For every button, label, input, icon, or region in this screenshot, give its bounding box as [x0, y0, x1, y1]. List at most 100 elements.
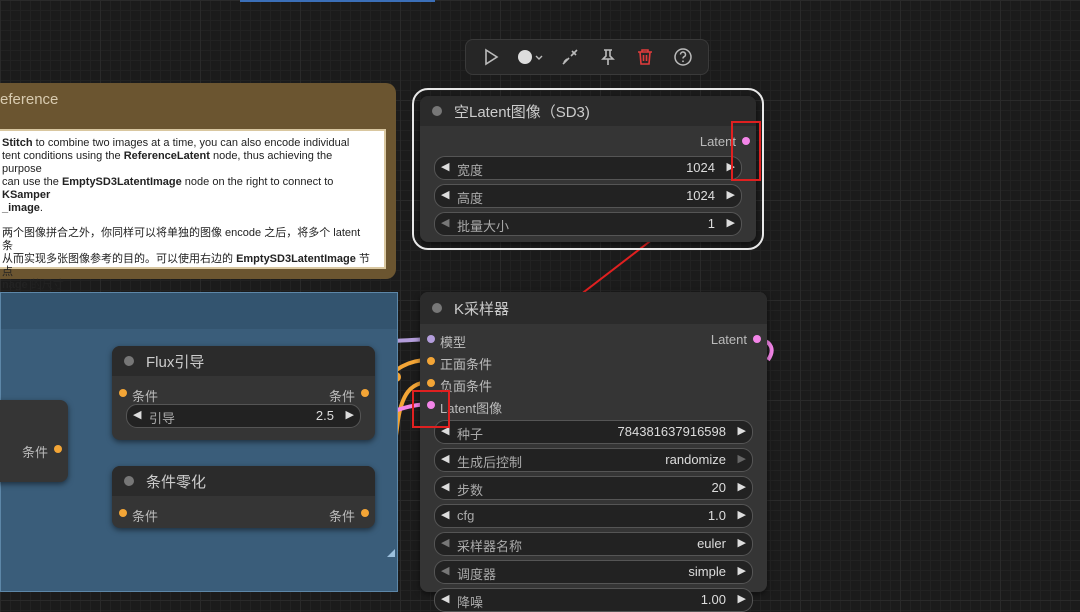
collapse-dot-icon[interactable] — [432, 303, 442, 313]
node-header[interactable]: 空Latent图像（SD3) — [420, 96, 756, 126]
latent-output-slot[interactable] — [753, 335, 761, 343]
collapse-dot-icon[interactable] — [432, 106, 442, 116]
control-after-generate-widget[interactable]: ◀ 生成后控制 randomize ▶ — [434, 448, 753, 472]
positive-input-slot[interactable] — [427, 357, 435, 365]
scheduler-widget[interactable]: ◀ 调度器 simple ▶ — [434, 560, 753, 584]
ksampler-node[interactable]: K采样器 模型 Latent 正面条件 负面条件 Latent图像 ◀ 种子 784… — [420, 292, 767, 612]
annotation-box-latent-input — [412, 390, 450, 428]
widget-value: 1.00 — [700, 592, 726, 607]
increment-arrow-icon[interactable]: ▶ — [738, 480, 746, 493]
decrement-arrow-icon[interactable]: ◀ — [441, 452, 449, 465]
bypass-icon — [562, 49, 578, 65]
widget-value: 1024 — [686, 188, 715, 203]
help-icon — [674, 48, 692, 66]
conditioning-output-slot[interactable] — [54, 445, 62, 453]
collapse-dot-icon[interactable] — [124, 356, 134, 366]
output-label: 条件 — [328, 389, 355, 404]
sampler-name-widget[interactable]: ◀ 采样器名称 euler ▶ — [434, 532, 753, 556]
note-body[interactable]: Stitch to combine two images at a time, … — [0, 129, 386, 291]
io-row: 条件 条件 — [112, 502, 375, 524]
decrement-arrow-icon[interactable]: ◀ — [441, 592, 449, 605]
batch-size-widget[interactable]: ◀ 批量大小 1 ▶ — [434, 212, 742, 236]
widget-label: 引导 — [149, 411, 176, 426]
output-row: Latent — [420, 130, 756, 152]
conditioning-zero-node[interactable]: 条件零化 条件 条件 — [112, 466, 375, 528]
output-label: 条件 — [328, 509, 355, 524]
bypass-button[interactable] — [555, 42, 585, 72]
note-title: eference — [0, 91, 59, 108]
denoise-widget[interactable]: ◀ 降噪 1.00 ▶ — [434, 588, 753, 612]
node-header[interactable]: 条件零化 — [112, 466, 375, 496]
negative-input-slot[interactable] — [427, 379, 435, 387]
decrement-arrow-icon[interactable]: ◀ — [441, 188, 449, 201]
widget-value: 1 — [707, 216, 715, 231]
decrement-arrow-icon[interactable]: ◀ — [441, 508, 449, 521]
increment-arrow-icon[interactable]: ▶ — [738, 452, 746, 465]
widget-value: euler — [697, 536, 726, 551]
color-circle-icon — [518, 50, 543, 64]
collapse-dot-icon[interactable] — [124, 476, 134, 486]
group-resize-handle[interactable] — [387, 549, 395, 557]
note-node[interactable]: eference Stitch to combine two images at… — [0, 83, 396, 291]
steps-widget[interactable]: ◀ 步数 20 ▶ — [434, 476, 753, 500]
decrement-arrow-icon[interactable]: ◀ — [133, 408, 141, 421]
width-widget[interactable]: ◀ 宽度 1024 ▶ — [434, 156, 742, 180]
guidance-widget[interactable]: ◀ 引导 2.5 ▶ — [126, 404, 361, 428]
decrement-arrow-icon[interactable]: ◀ — [441, 564, 449, 577]
increment-arrow-icon[interactable]: ▶ — [738, 424, 746, 437]
flux-guidance-node[interactable]: Flux引导 条件 条件 ◀ 引导 2.5 ▶ — [112, 346, 375, 440]
increment-arrow-icon[interactable]: ▶ — [738, 508, 746, 521]
node-header[interactable]: Flux引导 — [112, 346, 375, 376]
widget-label: 高度 — [457, 191, 484, 206]
widget-label: 种子 — [457, 427, 484, 442]
conditioning-input-slot[interactable] — [119, 509, 127, 517]
seed-widget[interactable]: ◀ 种子 784381637916598 ▶ — [434, 420, 753, 444]
output-row: 条件 — [0, 438, 68, 460]
widget-value: simple — [688, 564, 726, 579]
conditioning-output-slot[interactable] — [361, 389, 369, 397]
input-label: 正面条件 — [440, 357, 493, 372]
conditioning-output-slot[interactable] — [361, 509, 369, 517]
node-title: K采样器 — [454, 300, 510, 318]
increment-arrow-icon[interactable]: ▶ — [738, 592, 746, 605]
node-header[interactable]: K采样器 — [420, 292, 767, 324]
increment-arrow-icon[interactable]: ▶ — [738, 536, 746, 549]
input-label: 模型 — [440, 335, 467, 350]
conditioning-input-slot[interactable] — [119, 389, 127, 397]
increment-arrow-icon[interactable]: ▶ — [727, 188, 735, 201]
model-input-slot[interactable] — [427, 335, 435, 343]
pin-button[interactable] — [593, 42, 623, 72]
output-label: 条件 — [21, 445, 48, 460]
height-widget[interactable]: ◀ 高度 1024 ▶ — [434, 184, 742, 208]
widget-value: 20 — [711, 480, 726, 495]
annotation-box-latent-output — [731, 121, 761, 181]
decrement-arrow-icon[interactable]: ◀ — [441, 160, 449, 173]
decrement-arrow-icon[interactable]: ◀ — [441, 216, 449, 229]
delete-button[interactable] — [630, 42, 660, 72]
color-button[interactable] — [513, 42, 547, 72]
input-row-latent: Latent图像 — [420, 394, 767, 416]
trash-icon — [638, 49, 653, 65]
widget-label: 步数 — [457, 483, 484, 498]
increment-arrow-icon[interactable]: ▶ — [738, 564, 746, 577]
empty-latent-node[interactable]: 空Latent图像（SD3) Latent ◀ 宽度 1024 ▶ ◀ 高度 1… — [412, 88, 764, 250]
help-button[interactable] — [668, 42, 698, 72]
input-row-positive: 正面条件 — [420, 350, 767, 372]
widget-label: 降噪 — [457, 595, 484, 610]
increment-arrow-icon[interactable]: ▶ — [346, 408, 354, 421]
input-row-model: 模型 Latent — [420, 328, 767, 350]
decrement-arrow-icon[interactable]: ◀ — [441, 480, 449, 493]
group-header[interactable] — [1, 293, 397, 329]
input-row-negative: 负面条件 — [420, 372, 767, 394]
partial-conditioning-node[interactable]: 条件 — [0, 400, 68, 482]
cfg-widget[interactable]: ◀ cfg 1.0 ▶ — [434, 504, 753, 528]
run-button[interactable] — [476, 42, 506, 72]
widget-label: 宽度 — [457, 163, 484, 178]
output-label: Latent — [710, 332, 747, 347]
widget-value: 1.0 — [707, 508, 726, 523]
widget-label: 生成后控制 — [457, 455, 523, 470]
floating-toolbar — [465, 39, 709, 75]
note-en-paragraph: Stitch to combine two images at a time, … — [2, 137, 350, 214]
decrement-arrow-icon[interactable]: ◀ — [441, 536, 449, 549]
increment-arrow-icon[interactable]: ▶ — [727, 216, 735, 229]
